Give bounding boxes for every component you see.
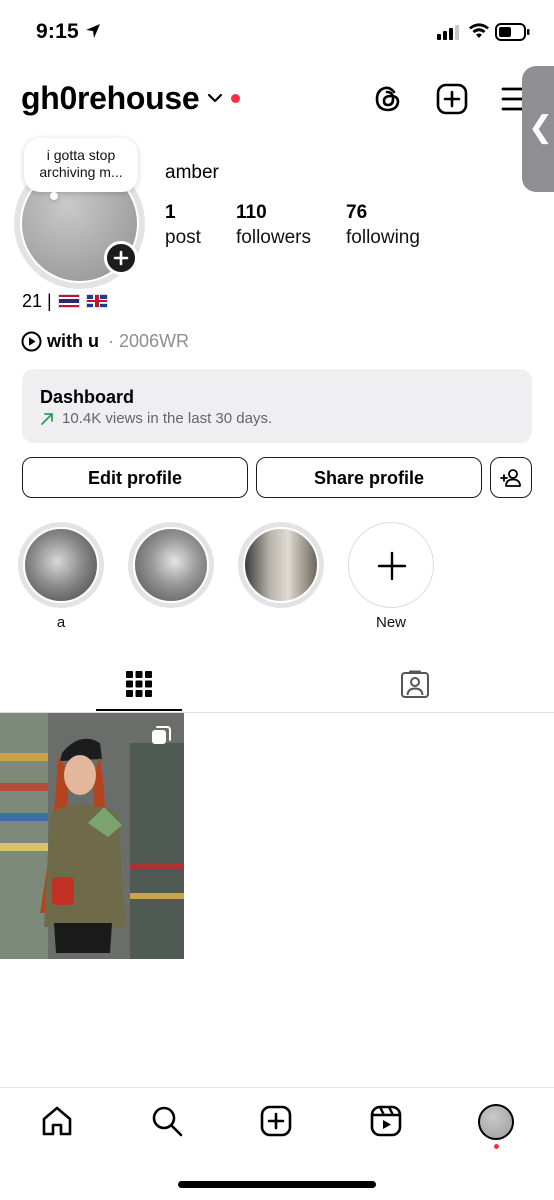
followers-stat[interactable]: 110 followers xyxy=(236,200,311,250)
trending-up-icon xyxy=(41,413,53,425)
discover-people-button[interactable] xyxy=(490,457,532,498)
profile-note[interactable]: i gotta stop archiving m... xyxy=(24,138,138,192)
note-bubble-tail xyxy=(50,192,58,200)
tagged-person-icon xyxy=(401,670,429,698)
following-stat[interactable]: 76 following xyxy=(346,200,420,250)
wifi-icon xyxy=(469,23,489,38)
post-image xyxy=(0,713,184,959)
profile-note-text: i gotta stop archiving m... xyxy=(39,147,123,180)
stat-label: following xyxy=(346,227,420,248)
stat-value: 1 xyxy=(165,202,176,223)
carousel-icon xyxy=(152,726,171,744)
highlight-cover xyxy=(23,527,99,603)
plus-icon xyxy=(113,250,129,266)
play-circle-icon xyxy=(21,331,42,352)
chevron-down-icon[interactable] xyxy=(207,92,223,104)
share-profile-button[interactable]: Share profile xyxy=(256,457,482,498)
stat-value: 76 xyxy=(346,202,368,223)
highlight-item[interactable]: a xyxy=(18,522,104,631)
highlight-item[interactable] xyxy=(238,522,324,614)
location-arrow-icon xyxy=(86,24,100,38)
cellular-signal-icon xyxy=(437,25,459,40)
status-time: 9:15 xyxy=(36,20,79,43)
bio-text: 21 | xyxy=(22,291,52,311)
chevron-left-icon: ❮ xyxy=(528,111,554,144)
status-bar: 9:15 xyxy=(0,0,554,66)
highlight-cover xyxy=(133,527,209,603)
post-count-stat[interactable]: 1 post xyxy=(165,200,201,250)
profile-username[interactable]: gh0rehouse xyxy=(21,80,200,117)
search-icon[interactable] xyxy=(150,1104,184,1138)
highlight-label: a xyxy=(56,614,66,631)
grid-icon xyxy=(126,671,152,697)
stat-value: 110 xyxy=(236,202,267,223)
dashboard-subtitle: 10.4K views in the last 30 days. xyxy=(62,410,273,427)
uk-flag-icon xyxy=(85,294,108,308)
battery-icon xyxy=(495,23,530,41)
side-panel-handle[interactable]: ❮ xyxy=(522,66,554,192)
profile-bio: 21 | xyxy=(22,291,108,312)
dashboard-title: Dashboard xyxy=(40,387,135,407)
post-thumbnail[interactable] xyxy=(0,713,184,959)
tab-posts-grid[interactable] xyxy=(96,655,182,713)
active-tab-indicator xyxy=(96,709,182,711)
account-notification-dot xyxy=(231,94,240,103)
profile-music-artist: · 2006WR xyxy=(108,331,190,351)
profile-notification-dot xyxy=(494,1144,499,1149)
edit-profile-button[interactable]: Edit profile xyxy=(22,457,248,498)
professional-dashboard[interactable]: Dashboard 10.4K views in the last 30 day… xyxy=(22,369,532,443)
reels-icon[interactable] xyxy=(369,1104,403,1138)
profile-tabs xyxy=(0,655,554,713)
profile-avatar[interactable] xyxy=(478,1104,514,1140)
create-post-icon[interactable] xyxy=(435,82,469,116)
new-highlight-button[interactable]: New xyxy=(348,522,434,631)
profile-music-title[interactable]: with u xyxy=(47,331,99,352)
display-name: amber xyxy=(165,162,219,183)
stat-label: followers xyxy=(236,227,311,248)
threads-icon[interactable] xyxy=(371,82,405,116)
highlight-item[interactable] xyxy=(128,522,214,614)
create-icon[interactable] xyxy=(259,1104,293,1138)
highlight-label: New xyxy=(375,614,406,631)
plus-icon xyxy=(377,551,407,581)
home-icon[interactable] xyxy=(40,1104,74,1138)
home-indicator xyxy=(178,1181,376,1188)
add-person-icon xyxy=(500,469,521,487)
add-story-button[interactable] xyxy=(104,241,138,275)
highlight-cover xyxy=(243,527,319,603)
thailand-flag-icon xyxy=(57,294,80,308)
tab-tagged[interactable] xyxy=(372,655,458,713)
stat-label: post xyxy=(165,227,201,248)
